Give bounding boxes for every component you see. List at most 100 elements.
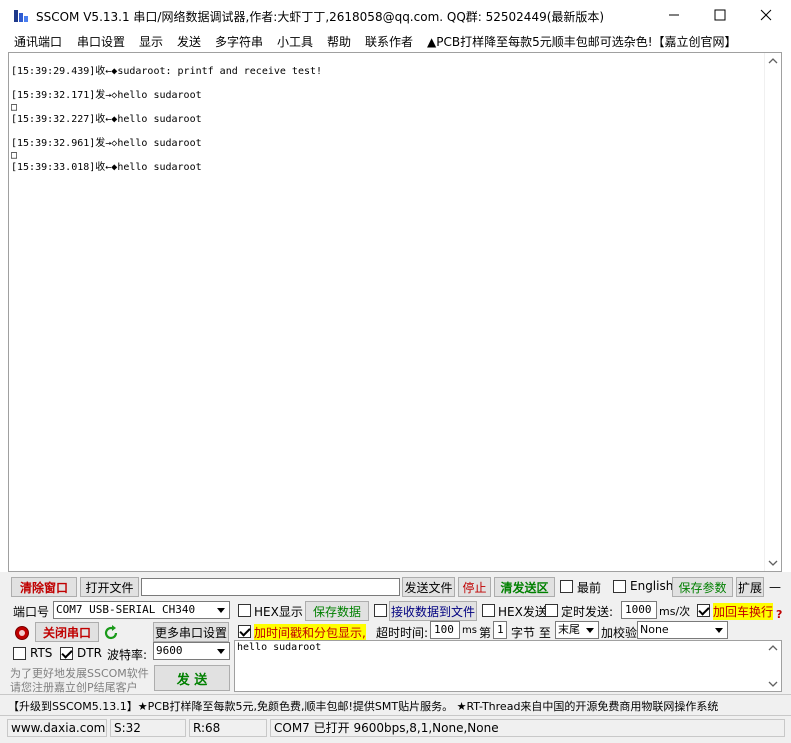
log-line: □ [11, 150, 18, 161]
baud-value: 9600 [156, 644, 183, 657]
collapse-button[interactable]: — [766, 577, 784, 597]
port-select[interactable]: COM7 USB-SERIAL CH340 [53, 601, 230, 619]
minimize-button[interactable] [651, 0, 697, 30]
file-path-input[interactable] [141, 578, 400, 596]
log-line: [15:39:32.227]收←◆hello sudaroot [11, 114, 202, 125]
menu-help[interactable]: 帮助 [327, 33, 351, 50]
recv-to-file-button[interactable]: 接收数据到文件 [389, 601, 477, 621]
send-button[interactable]: 发 送 [154, 665, 230, 691]
scroll-down-icon[interactable] [768, 559, 778, 567]
menu-contact-author[interactable]: 联系作者 [365, 33, 413, 50]
interval-unit-label: ms/次 [659, 605, 691, 618]
timeout-label: 超时时间: [376, 626, 429, 640]
menu-pcb-promo[interactable]: ▲PCB打样降至每款5元顺丰包邮可选杂色!【嘉立创官网】 [427, 33, 737, 50]
add-newline-label: 加回车换行 [713, 603, 774, 620]
menu-send[interactable]: 发送 [177, 33, 201, 50]
dtr-checkbox[interactable] [60, 647, 73, 660]
hex-display-label: HEX显示 [254, 605, 303, 619]
app-icon [14, 10, 28, 22]
clear-send-button[interactable]: 清发送区 [494, 577, 555, 597]
close-port-button[interactable]: 关闭串口 [35, 622, 99, 642]
hex-send-checkbox[interactable] [482, 604, 495, 617]
ad-ticker[interactable]: 【升级到SSCOM5.13.1】★PCB打样降至每款5元,免颜色费,顺丰包邮!提… [0, 694, 791, 714]
website-link[interactable]: www.daxia.com [7, 719, 107, 737]
checksum-select[interactable]: None [637, 621, 728, 639]
title-bar: SSCOM V5.13.1 串口/网络数据调试器,作者:大虾丁丁,2618058… [0, 0, 791, 30]
port-status-text: COM7 已打开 9600bps,8,1,None,None [270, 719, 785, 737]
port-value: COM7 USB-SERIAL CH340 [56, 603, 196, 616]
timeout-unit-label: ms [462, 625, 477, 636]
scroll-up-icon[interactable] [768, 644, 778, 652]
hex-display-checkbox[interactable] [238, 604, 251, 617]
close-icon [760, 9, 772, 21]
window-title: SSCOM V5.13.1 串口/网络数据调试器,作者:大虾丁丁,2618058… [36, 10, 605, 24]
timed-send-label: 定时发送: [561, 605, 614, 619]
port-status-indicator [15, 626, 29, 640]
topmost-label: 最前 [577, 581, 602, 595]
send-input-area[interactable]: hello sudaroot [234, 640, 782, 692]
log-scrollbar[interactable] [764, 53, 781, 571]
recv-to-file-checkbox[interactable] [374, 604, 387, 617]
log-line: □ [11, 102, 18, 113]
menu-display[interactable]: 显示 [139, 33, 163, 50]
menu-multi-string[interactable]: 多字符串 [215, 33, 263, 50]
sent-count: S:32 [110, 719, 186, 737]
clear-window-button[interactable]: 清除窗口 [11, 577, 77, 597]
checksum-label: 加校验 [601, 626, 638, 640]
receive-log[interactable]: [15:39:29.439]收←◆sudaroot: printf and re… [8, 52, 782, 572]
log-line: [15:39:29.439]收←◆sudaroot: printf and re… [11, 66, 323, 77]
end-position-select[interactable]: 末尾 [555, 621, 599, 639]
menu-comm-port[interactable]: 通讯端口 [14, 33, 62, 50]
rts-checkbox[interactable] [13, 647, 26, 660]
timed-interval-input[interactable]: 1000 [621, 601, 657, 619]
end-position-value: 末尾 [558, 623, 580, 636]
expand-button[interactable]: 扩展 [736, 577, 764, 597]
hex-send-label: HEX发送 [498, 605, 547, 619]
checksum-value: None [640, 623, 669, 636]
send-file-button[interactable]: 发送文件 [402, 577, 455, 597]
scroll-down-icon[interactable] [768, 680, 778, 688]
chevron-down-icon [213, 602, 229, 618]
baud-select[interactable]: 9600 [153, 642, 230, 660]
minimize-icon [669, 14, 679, 16]
chevron-down-icon [213, 643, 229, 659]
refresh-icon[interactable] [103, 625, 119, 641]
more-serial-settings-button[interactable]: 更多串口设置 [153, 622, 229, 642]
chevron-down-icon [582, 622, 598, 638]
add-newline-checkbox[interactable] [697, 604, 710, 617]
maximize-button[interactable] [697, 0, 743, 30]
port-label: 端口号 [13, 605, 50, 619]
menu-serial-settings[interactable]: 串口设置 [77, 33, 125, 50]
scroll-up-icon[interactable] [768, 57, 778, 65]
ad-text: 【升级到SSCOM5.13.1】★PCB打样降至每款5元,免颜色费,顺丰包邮!提… [8, 700, 719, 713]
timed-send-checkbox[interactable] [545, 604, 558, 617]
maximize-icon [714, 9, 726, 21]
log-line: [15:39:32.171]发→◇hello sudaroot [11, 90, 202, 101]
rts-label: RTS [30, 646, 53, 660]
timestamp-label: 加时间戳和分包显示, [254, 624, 366, 641]
timeout-input[interactable]: 100 [430, 621, 460, 639]
timestamp-checkbox[interactable] [238, 625, 251, 638]
stop-button[interactable]: 停止 [458, 577, 491, 597]
log-line: [15:39:33.018]收←◆hello sudaroot [11, 162, 202, 173]
menu-tools[interactable]: 小工具 [277, 33, 313, 50]
received-count: R:68 [189, 719, 267, 737]
help-question-mark[interactable]: ? [776, 608, 782, 621]
menu-bar: 通讯端口 串口设置 显示 发送 多字符串 小工具 帮助 联系作者 ▲PCB打样降… [0, 30, 791, 52]
open-file-button[interactable]: 打开文件 [80, 577, 139, 597]
nth-byte-input[interactable]: 1 [493, 621, 507, 639]
topmost-checkbox[interactable] [560, 580, 573, 593]
nth-label: 第 [479, 626, 492, 640]
promo-line-2: 请您注册嘉立创P结尾客户 [10, 681, 138, 694]
close-button[interactable] [743, 0, 789, 30]
english-label: English [630, 579, 674, 593]
english-checkbox[interactable] [613, 580, 626, 593]
chevron-down-icon [711, 622, 727, 638]
log-lines: [15:39:29.439]收←◆sudaroot: printf and re… [11, 66, 766, 174]
baud-label: 波特率: [107, 648, 148, 662]
dtr-label: DTR [77, 646, 102, 660]
save-params-button[interactable]: 保存参数 [672, 577, 733, 597]
save-data-button[interactable]: 保存数据 [305, 601, 369, 621]
